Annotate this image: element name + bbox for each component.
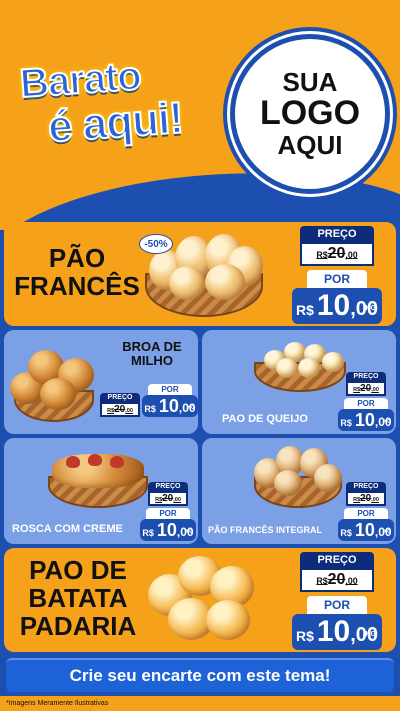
- product-name: PÃO FRANCÊS INTEGRAL: [208, 525, 323, 535]
- brand-line-2: é aqui!: [45, 92, 185, 152]
- old-price: R$20,00: [346, 491, 386, 506]
- broa-basket-image: [6, 338, 102, 428]
- footer-disclaimer: *Imagens Meramente Ilustrativas: [0, 696, 400, 711]
- por-label: POR: [307, 270, 367, 288]
- integral-basket-image: [248, 442, 348, 514]
- new-price: R$ 10,00 KG: [338, 519, 394, 541]
- product-card-rosca-com-creme[interactable]: ROSCA COM CREME PREÇO R$20,00 POR R$ 10,0…: [4, 438, 198, 544]
- brand-logo: Barato é aqui!: [14, 53, 204, 158]
- product-card-pao-de-queijo[interactable]: PAO DE QUEIJO PREÇO R$20,00 POR R$ 10,00 K…: [202, 330, 396, 434]
- product-card-broa-de-milho[interactable]: BROA DE MILHO PREÇO R$20,00 POR R$ 10,00 K…: [4, 330, 198, 434]
- por-label: POR: [344, 508, 388, 519]
- new-price: R$ 10,00 KG: [292, 614, 382, 650]
- price-box: PREÇO R$20,00 POR R$ 10,00 KG: [292, 226, 382, 324]
- new-price: R$ 10,00 KG: [292, 288, 382, 324]
- por-label: POR: [307, 596, 367, 614]
- new-price: R$ 10,00 KG: [142, 395, 198, 417]
- price-box: PREÇO R$20,00 POR R$ 10,00 KG: [292, 552, 382, 650]
- product-card-pao-de-batata[interactable]: PAO DE BATATA PADARIA PREÇO R$20,00 POR …: [4, 548, 396, 652]
- preco-label: PREÇO: [148, 482, 188, 491]
- logo-line-2: LOGO: [259, 94, 361, 133]
- old-price: R$20,00: [300, 568, 374, 592]
- preco-label: PREÇO: [300, 552, 374, 568]
- price-box: PREÇO R$20,00 POR R$ 10,00 KG: [100, 382, 198, 417]
- price-box: PREÇO R$20,00 POR R$ 10,00 KG: [338, 482, 394, 541]
- product-name: BROA DE MILHO: [122, 339, 182, 369]
- product-name: PÃO FRANCÊS: [14, 243, 140, 302]
- price-box: PREÇO R$20,00 POR R$ 10,00 KG: [338, 372, 394, 431]
- product-name: PAO DE QUEIJO: [222, 413, 308, 425]
- old-price: R$20,00: [300, 242, 374, 266]
- product-name: PAO DE BATATA PADARIA: [19, 555, 137, 642]
- por-label: POR: [146, 508, 190, 519]
- preco-label: PREÇO: [346, 372, 386, 381]
- logo-line-1: SUA: [282, 66, 338, 97]
- logo-line-3: AQUI: [277, 129, 343, 160]
- header: Barato é aqui! SUA LOGO AQUI: [0, 0, 400, 230]
- preco-label: PREÇO: [346, 482, 386, 491]
- price-box: PREÇO R$20,00 POR R$ 10,00 KG: [140, 482, 196, 541]
- discount-badge: -50%: [139, 234, 173, 254]
- product-card-pao-frances[interactable]: PÃO FRANCÊS -50% PREÇO R$20,00 POR R$ 10,…: [4, 222, 396, 326]
- por-label: POR: [344, 398, 388, 409]
- old-price: R$20,00: [100, 402, 140, 417]
- old-price: R$20,00: [148, 491, 188, 506]
- new-price: R$ 10,00 KG: [338, 409, 394, 431]
- new-price: R$ 10,00 KG: [140, 519, 196, 541]
- preco-label: PREÇO: [100, 393, 140, 402]
- logo-placeholder[interactable]: SUA LOGO AQUI: [230, 34, 390, 194]
- create-flyer-button[interactable]: Crie seu encarte com este tema!: [6, 658, 394, 692]
- old-price: R$20,00: [346, 381, 386, 396]
- por-label: POR: [148, 384, 192, 395]
- rosca-basket-image: [42, 442, 154, 514]
- pao-de-batata-image: [144, 550, 264, 650]
- preco-label: PREÇO: [300, 226, 374, 242]
- product-name: ROSCA COM CREME: [12, 523, 123, 535]
- product-card-pao-frances-integral[interactable]: PÃO FRANCÊS INTEGRAL PREÇO R$20,00 POR R…: [202, 438, 396, 544]
